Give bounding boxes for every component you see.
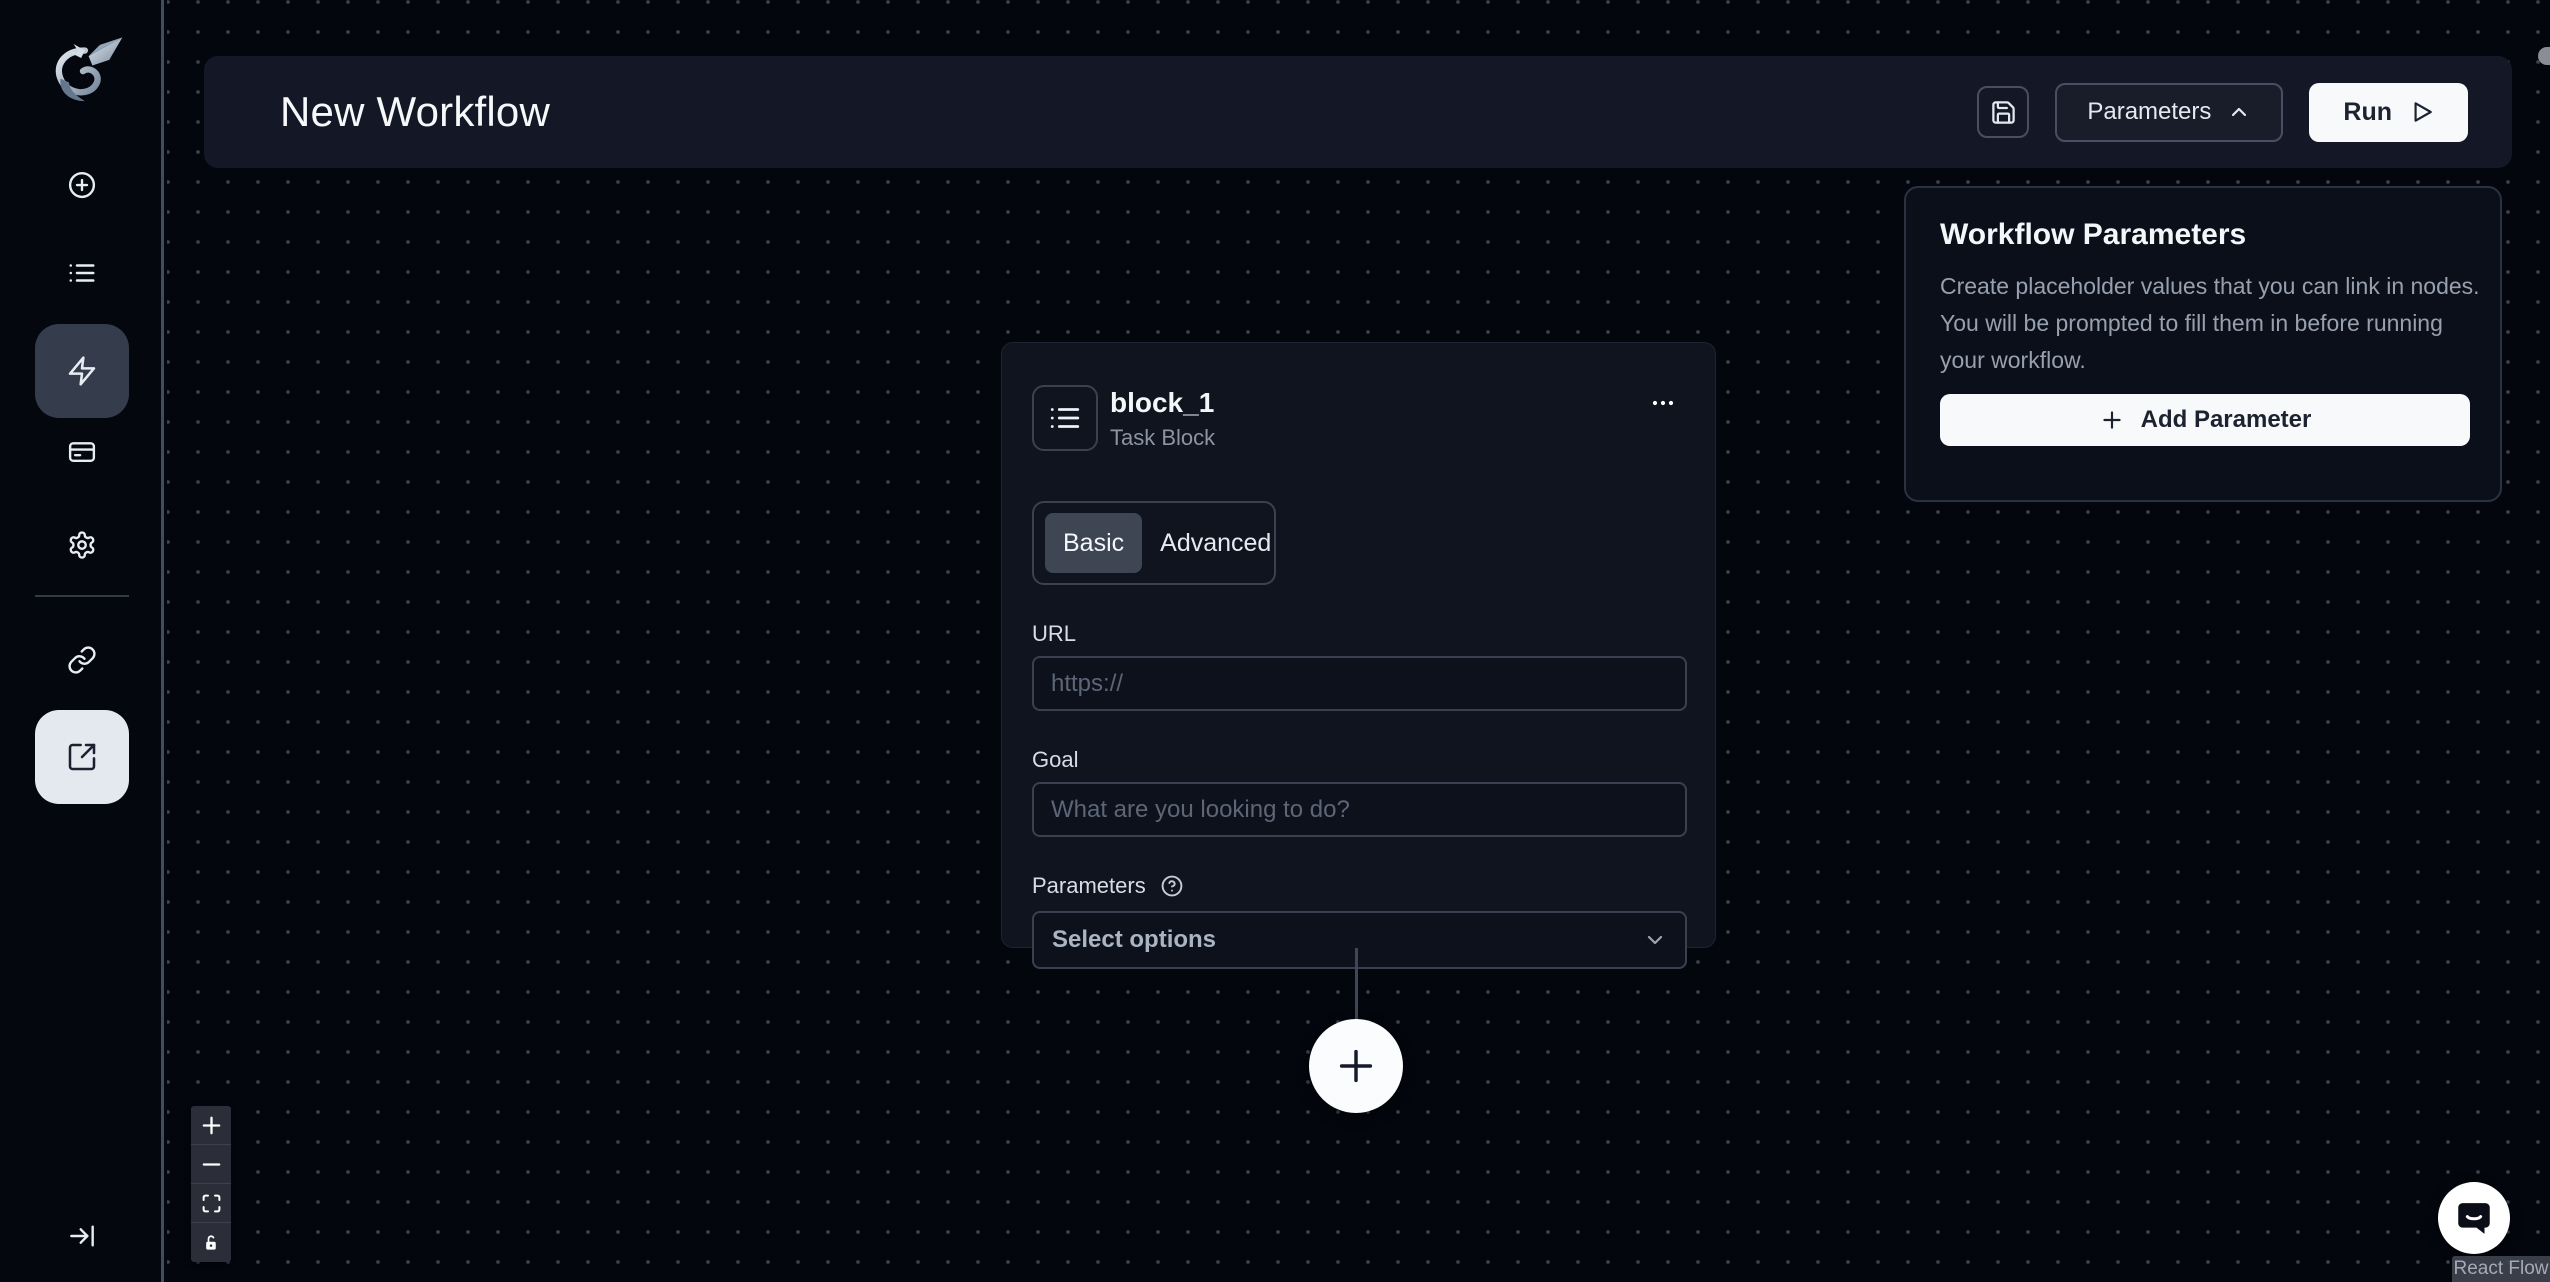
arrow-out-of-box-icon — [66, 741, 98, 773]
chevron-up-icon — [2227, 100, 2251, 124]
unlocked-padlock-icon — [201, 1233, 221, 1253]
node-subtitle: Task Block — [1110, 425, 1216, 450]
sidebar-item-integrations[interactable] — [35, 613, 129, 707]
sidebar-expand-button[interactable] — [42, 1206, 122, 1266]
plus-icon — [2099, 407, 2125, 433]
url-label: URL — [1032, 621, 1077, 646]
lock-interactivity-button[interactable] — [191, 1223, 231, 1262]
goal-label: Goal — [1032, 747, 1079, 772]
sidebar-item-external-app[interactable] — [35, 710, 129, 804]
page-title: New Workflow — [280, 88, 551, 135]
workflow-parameters-title: Workflow Parameters — [1940, 218, 2247, 251]
header-actions: Parameters Run — [1977, 56, 2468, 168]
sidebar — [0, 0, 164, 1282]
parameters-label: Parameters — [1032, 873, 1146, 898]
tab-advanced[interactable]: Advanced — [1142, 513, 1289, 573]
workflow-canvas[interactable]: New Workflow Parameters Run block_1 Task… — [167, 0, 2550, 1282]
node-type-icon-box — [1032, 385, 1098, 451]
plus-icon — [200, 1114, 223, 1137]
parameters-toggle-label: Parameters — [2087, 98, 2212, 125]
edge-connector-line — [1355, 948, 1358, 1021]
lightning-bolt-icon — [66, 355, 98, 387]
zoom-in-button[interactable] — [191, 1106, 231, 1145]
run-button[interactable]: Run — [2309, 82, 2468, 142]
scrollbar-thumb[interactable] — [2538, 47, 2550, 65]
minus-icon — [200, 1153, 223, 1176]
tab-basic[interactable]: Basic — [1045, 513, 1143, 573]
chain-link-icon — [67, 645, 97, 675]
react-flow-attribution[interactable]: React Flow — [2452, 1256, 2550, 1282]
parameters-select-value: Select options — [1052, 926, 1217, 953]
workflow-parameters-panel: Workflow Parameters Create placeholder v… — [1904, 186, 2502, 502]
fit-view-button[interactable] — [191, 1184, 231, 1223]
ellipsis-icon — [1643, 391, 1683, 415]
url-input[interactable] — [1032, 656, 1687, 711]
add-parameter-label: Add Parameter — [2140, 406, 2312, 433]
sidebar-item-workflows[interactable] — [35, 324, 129, 418]
chat-bubble-icon — [2453, 1197, 2495, 1239]
credit-card-icon — [67, 437, 97, 467]
play-icon — [2408, 99, 2434, 125]
node-mode-tabs: Basic Advanced — [1032, 501, 1276, 585]
parameters-select[interactable]: Select options — [1032, 911, 1687, 969]
node-header: block_1 Task Block — [1032, 385, 1685, 451]
workflow-parameters-description: Create placeholder values that you can l… — [1940, 273, 2480, 373]
sidebar-item-credentials[interactable] — [35, 405, 129, 499]
add-node-button[interactable] — [1309, 1019, 1403, 1113]
task-block-node[interactable]: block_1 Task Block Basic Advanced URL Go… — [1001, 342, 1716, 969]
attribution-label: React Flow — [2453, 1258, 2549, 1279]
canvas-controls — [191, 1106, 231, 1262]
arrow-right-to-bar-icon — [66, 1220, 98, 1252]
help-circle-icon[interactable] — [1160, 874, 1184, 898]
workflow-header-bar: New Workflow Parameters Run — [204, 56, 2512, 168]
parameters-field-row: Parameters — [1032, 873, 1685, 899]
node-menu-button[interactable] — [1643, 391, 1683, 415]
sidebar-item-runs[interactable] — [35, 226, 129, 320]
node-title: block_1 — [1110, 387, 1215, 418]
run-label: Run — [2343, 97, 2392, 126]
gear-icon — [67, 530, 97, 560]
list-icon — [67, 258, 97, 288]
goal-input[interactable] — [1032, 782, 1687, 837]
save-icon — [1990, 99, 2017, 126]
skyvern-logo-icon[interactable] — [38, 28, 128, 118]
sidebar-divider — [35, 595, 129, 597]
chat-launcher-button[interactable] — [2438, 1182, 2510, 1254]
sidebar-item-settings[interactable] — [35, 498, 129, 592]
corner-brackets-icon — [201, 1193, 222, 1214]
plus-icon — [1333, 1043, 1379, 1089]
save-button[interactable] — [1977, 86, 2030, 138]
add-parameter-button[interactable]: Add Parameter — [1940, 394, 2470, 446]
parameters-toggle-button[interactable]: Parameters — [2055, 82, 2284, 142]
list-icon — [1048, 401, 1082, 435]
sidebar-item-create[interactable] — [35, 138, 129, 232]
chevron-down-icon — [1643, 928, 1667, 952]
plus-circle-icon — [67, 170, 97, 200]
zoom-out-button[interactable] — [191, 1145, 231, 1184]
